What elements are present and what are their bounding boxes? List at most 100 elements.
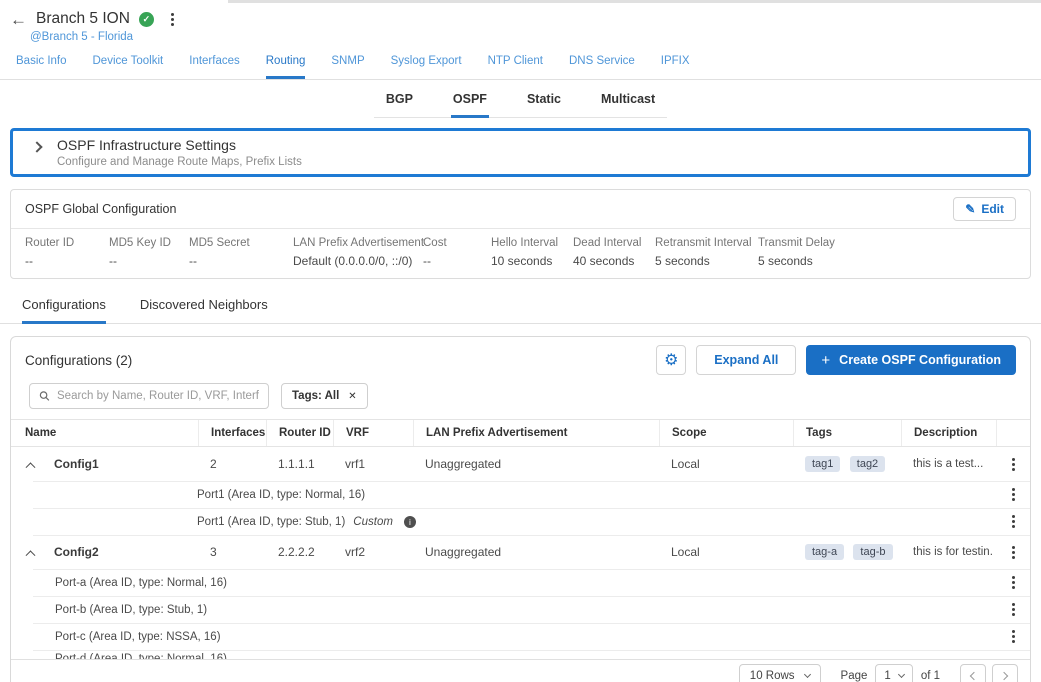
column-header-interfaces: Interfaces <box>198 420 266 446</box>
lan-prefix-cell: Unaggregated <box>413 457 659 471</box>
config-name: Config1 <box>54 457 99 471</box>
chevron-up-icon[interactable] <box>26 462 36 471</box>
tab-routing[interactable]: Routing <box>266 55 306 79</box>
column-header-lan-prefix: LAN Prefix Advertisement <box>413 420 659 446</box>
expand-all-button[interactable]: Expand All <box>696 345 796 375</box>
field-dead-interval: Dead Interval 40 seconds <box>573 237 655 268</box>
configurations-count-title: Configurations (2) <box>25 353 132 368</box>
row-menu-kebab-icon[interactable] <box>996 447 1030 481</box>
row-menu-kebab-icon[interactable] <box>996 535 1030 569</box>
field-label: Cost <box>423 237 491 249</box>
field-md5-key-id: MD5 Key ID -- <box>109 237 189 268</box>
config-name-cell: Config1 <box>11 457 198 471</box>
field-value: 5 seconds <box>655 254 758 268</box>
column-header-tags: Tags <box>793 420 901 446</box>
tab-ntp-client[interactable]: NTP Client <box>488 55 543 79</box>
field-value: -- <box>189 254 293 268</box>
site-link[interactable]: @Branch 5 - Florida <box>30 31 1025 43</box>
tab-syslog-export[interactable]: Syslog Export <box>391 55 462 79</box>
table-filter-row: Tags: All ✕ <box>11 381 1030 419</box>
rows-per-page-label: 10 Rows <box>750 670 795 682</box>
tab-ospf[interactable]: OSPF <box>451 84 489 118</box>
tab-ipfix[interactable]: IPFIX <box>661 55 690 79</box>
row-menu-kebab-icon[interactable] <box>996 623 1030 650</box>
column-header-name: Name <box>11 420 198 446</box>
field-lan-prefix-advertisement: LAN Prefix Advertisement Default (0.0.0.… <box>293 237 423 268</box>
next-page-button[interactable] <box>992 664 1018 682</box>
column-header-router-id: Router ID <box>266 420 333 446</box>
device-menu-kebab-icon[interactable] <box>167 11 178 27</box>
search-box[interactable] <box>29 383 269 409</box>
tag-chip: tag2 <box>850 456 885 472</box>
prev-page-button[interactable] <box>960 664 986 682</box>
page-select[interactable]: 1 <box>875 664 912 682</box>
close-icon[interactable]: ✕ <box>348 391 356 402</box>
field-label: Retransmit Interval <box>655 237 758 249</box>
tab-basic-info[interactable]: Basic Info <box>16 55 67 79</box>
port-label: Port-b (Area ID, type: Stub, 1) <box>55 604 207 616</box>
field-value: -- <box>109 254 189 268</box>
edit-icon: ✎ <box>965 203 975 215</box>
field-value: 40 seconds <box>573 254 655 268</box>
tag-chip: tag-b <box>853 544 892 560</box>
tab-multicast[interactable]: Multicast <box>599 84 657 118</box>
info-icon[interactable] <box>404 516 416 528</box>
ospf-routing-page: ← Branch 5 ION ✓ @Branch 5 - Florida Bas… <box>0 0 1041 682</box>
ospf-infrastructure-panel[interactable]: OSPF Infrastructure Settings Configure a… <box>10 128 1031 177</box>
table-settings-button[interactable]: ⚙︎ <box>656 345 686 375</box>
field-transmit-delay: Transmit Delay 5 seconds <box>758 237 835 268</box>
field-value: 5 seconds <box>758 254 835 268</box>
edit-button[interactable]: ✎ Edit <box>953 197 1016 221</box>
port-label: Port1 (Area ID, type: Stub, 1) <box>197 516 345 528</box>
column-header-description: Description <box>901 420 996 446</box>
tab-dns-service[interactable]: DNS Service <box>569 55 635 79</box>
field-value: -- <box>423 254 491 268</box>
config-row-config1[interactable]: Config1 2 1.1.1.1 vrf1 Unaggregated Loca… <box>11 447 1030 481</box>
tab-discovered-neighbors[interactable]: Discovered Neighbors <box>140 297 268 324</box>
back-arrow-icon[interactable]: ← <box>10 11 27 28</box>
row-menu-kebab-icon[interactable] <box>996 596 1030 623</box>
gear-icon: ⚙︎ <box>664 350 678 370</box>
tab-interfaces[interactable]: Interfaces <box>189 55 240 79</box>
rows-per-page-select[interactable]: 10 Rows <box>739 664 821 682</box>
chevron-down-icon <box>804 671 811 678</box>
field-md5-secret: MD5 Secret -- <box>189 237 293 268</box>
chevron-up-icon[interactable] <box>26 550 36 559</box>
table-pagination-bar: 10 Rows Page 1 of 1 <box>11 659 1030 682</box>
field-router-id: Router ID -- <box>25 237 109 268</box>
tags-filter-chip[interactable]: Tags: All ✕ <box>281 383 368 409</box>
scope-cell: Local <box>659 457 793 471</box>
search-input[interactable] <box>57 390 259 402</box>
field-hello-interval: Hello Interval 10 seconds <box>491 237 573 268</box>
table-header-row: Name Interfaces Router ID VRF LAN Prefix… <box>11 419 1030 447</box>
search-icon <box>39 390 50 402</box>
edit-label: Edit <box>981 202 1004 216</box>
chevron-right-icon[interactable] <box>31 141 42 152</box>
plus-icon: + <box>821 353 830 368</box>
field-label: MD5 Secret <box>189 237 293 249</box>
tab-configurations[interactable]: Configurations <box>22 297 106 324</box>
verified-icon: ✓ <box>139 12 154 27</box>
field-label: Transmit Delay <box>758 237 835 249</box>
tab-bgp[interactable]: BGP <box>384 84 415 118</box>
create-label: Create OSPF Configuration <box>839 353 1001 367</box>
row-menu-kebab-icon[interactable] <box>996 569 1030 596</box>
column-header-actions <box>996 420 1030 446</box>
chevron-right-icon <box>1000 672 1008 680</box>
field-label: Dead Interval <box>573 237 655 249</box>
tab-snmp[interactable]: SNMP <box>331 55 364 79</box>
router-id-cell: 2.2.2.2 <box>266 545 333 559</box>
row-menu-kebab-icon[interactable] <box>996 508 1030 535</box>
infra-settings-subtitle: Configure and Manage Route Maps, Prefix … <box>57 156 302 168</box>
tab-static[interactable]: Static <box>525 84 563 118</box>
config-row-config2[interactable]: Config2 3 2.2.2.2 vrf2 Unaggregated Loca… <box>11 535 1030 569</box>
page-of-label: of 1 <box>921 670 940 682</box>
port-label: Port-a (Area ID, type: Normal, 16) <box>55 577 227 589</box>
table-row-partial: Port-d (Area ID, type: Normal, 16) <box>11 650 1030 659</box>
tab-device-toolkit[interactable]: Device Toolkit <box>93 55 164 79</box>
port-label: Port-d (Area ID, type: Normal, 16) <box>55 650 1030 659</box>
description-cell: this is for testin. <box>901 546 996 558</box>
row-menu-kebab-icon[interactable] <box>996 481 1030 508</box>
create-ospf-configuration-button[interactable]: + Create OSPF Configuration <box>806 345 1016 375</box>
field-label: LAN Prefix Advertisement <box>293 237 423 249</box>
